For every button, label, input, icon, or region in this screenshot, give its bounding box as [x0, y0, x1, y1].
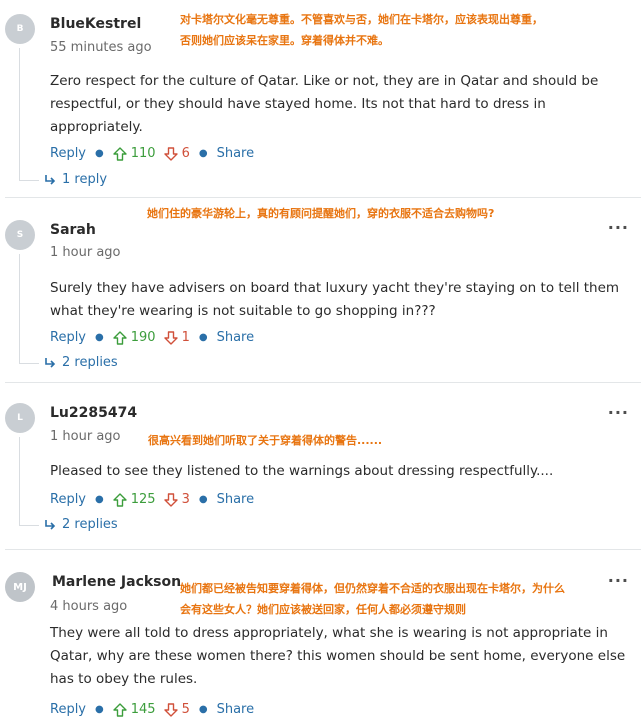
comment-actions: Reply ● 145 5 ● Share — [50, 702, 254, 717]
downvote-button[interactable]: 5 — [163, 702, 190, 717]
comment-body: Pleased to see they listened to the warn… — [50, 463, 554, 479]
comment-timestamp: 55 minutes ago — [50, 40, 152, 55]
thread-elbow — [19, 363, 39, 364]
downvote-count: 6 — [181, 146, 190, 161]
avatar[interactable]: L — [5, 403, 35, 433]
annotation-text: 她们住的豪华游轮上，真的有顾问提醒她们，穿的衣服不适合去购物吗? — [147, 207, 495, 220]
comment-timestamp: 4 hours ago — [50, 599, 128, 614]
comment-timestamp: 1 hour ago — [50, 429, 121, 444]
comment-marlene-jackson: MJ ··· Marlene Jackson 4 hours ago 她们都已经… — [0, 550, 641, 724]
reply-button[interactable]: Reply — [50, 492, 86, 507]
comment-lu2285474: L ··· Lu2285474 1 hour ago 很高兴看到她们听取了关于穿… — [0, 383, 641, 553]
thread-line — [19, 48, 20, 180]
replies-toggle[interactable]: 1 reply — [44, 172, 107, 187]
separator-dot: ● — [95, 332, 104, 343]
reply-button[interactable]: Reply — [50, 146, 86, 161]
comment-sarah: S ··· Sarah 1 hour ago 她们住的豪华游轮上，真的有顾问提醒… — [0, 198, 641, 384]
comment-actions: Reply ● 125 3 ● Share — [50, 492, 254, 507]
upvote-button[interactable]: 190 — [113, 330, 156, 345]
comment-timestamp: 1 hour ago — [50, 245, 121, 260]
more-options-icon[interactable]: ··· — [608, 403, 629, 422]
downvote-button[interactable]: 6 — [163, 146, 190, 161]
reply-arrow-icon — [45, 357, 56, 368]
downvote-button[interactable]: 3 — [163, 492, 190, 507]
replies-label: 1 reply — [62, 172, 108, 187]
comment-bluekestrel: B BlueKestrel 55 minutes ago 对卡塔尔文化毫无尊重。… — [0, 0, 641, 200]
reply-arrow-icon — [45, 174, 56, 185]
upvote-count: 110 — [130, 146, 156, 161]
share-button[interactable]: Share — [217, 330, 255, 345]
arrow-down-icon — [163, 146, 178, 161]
upvote-button[interactable]: 125 — [113, 492, 156, 507]
comment-author[interactable]: Marlene Jackson — [52, 574, 181, 590]
upvote-button[interactable]: 110 — [113, 146, 156, 161]
arrow-up-icon — [113, 702, 127, 717]
separator-dot: ● — [95, 704, 104, 715]
more-options-icon[interactable]: ··· — [608, 218, 629, 237]
arrow-up-icon — [113, 492, 127, 507]
annotation-text: 对卡塔尔文化毫无尊重。不管喜欢与否，她们在卡塔尔，应该表现出尊重，否则她们应该呆… — [180, 13, 543, 47]
arrow-down-icon — [163, 330, 178, 345]
replies-toggle[interactable]: 2 replies — [44, 355, 118, 370]
avatar[interactable]: S — [5, 220, 35, 250]
share-button[interactable]: Share — [217, 702, 255, 717]
comment-body: Zero respect for the culture of Qatar. L… — [50, 73, 599, 135]
separator-dot: ● — [198, 494, 208, 505]
downvote-count: 3 — [181, 492, 190, 507]
comment-body: Surely they have advisers on board that … — [50, 280, 620, 319]
share-button[interactable]: Share — [217, 492, 255, 507]
more-options-icon[interactable]: ··· — [608, 571, 629, 590]
upvote-count: 145 — [130, 702, 156, 717]
comment-actions: Reply ● 190 1 ● Share — [50, 330, 254, 345]
upvote-button[interactable]: 145 — [113, 702, 156, 717]
downvote-count: 5 — [181, 702, 190, 717]
reply-button[interactable]: Reply — [50, 702, 86, 717]
separator-dot: ● — [198, 332, 208, 343]
separator-dot: ● — [95, 494, 104, 505]
replies-label: 2 replies — [62, 517, 118, 532]
replies-toggle[interactable]: 2 replies — [44, 517, 118, 532]
comment-author[interactable]: Lu2285474 — [50, 405, 137, 421]
downvote-button[interactable]: 1 — [163, 330, 190, 345]
replies-label: 2 replies — [62, 355, 118, 370]
comment-actions: Reply ● 110 6 ● Share — [50, 146, 254, 161]
arrow-up-icon — [113, 330, 127, 345]
separator-dot: ● — [198, 704, 208, 715]
arrow-up-icon — [113, 146, 127, 161]
thread-line — [19, 254, 20, 363]
annotation-text: 很高兴看到她们听取了关于穿着得体的警告...... — [148, 434, 383, 447]
thread-elbow — [19, 525, 39, 526]
thread-elbow — [19, 180, 39, 181]
share-button[interactable]: Share — [217, 146, 255, 161]
separator-dot: ● — [198, 148, 208, 159]
avatar[interactable]: MJ — [5, 572, 35, 602]
upvote-count: 190 — [130, 330, 156, 345]
avatar[interactable]: B — [5, 14, 35, 44]
reply-arrow-icon — [45, 519, 56, 530]
comment-author[interactable]: Sarah — [50, 222, 96, 238]
annotation-text: 她们都已经被告知要穿着得体，但仍然穿着不合适的衣服出现在卡塔尔，为什么会有这些女… — [180, 582, 565, 616]
comment-body: They were all told to dress appropriatel… — [50, 625, 626, 687]
separator-dot: ● — [95, 148, 104, 159]
reply-button[interactable]: Reply — [50, 330, 86, 345]
arrow-down-icon — [163, 492, 178, 507]
thread-line — [19, 437, 20, 525]
arrow-down-icon — [163, 702, 178, 717]
upvote-count: 125 — [130, 492, 156, 507]
comment-author[interactable]: BlueKestrel — [50, 16, 141, 32]
downvote-count: 1 — [181, 330, 190, 345]
